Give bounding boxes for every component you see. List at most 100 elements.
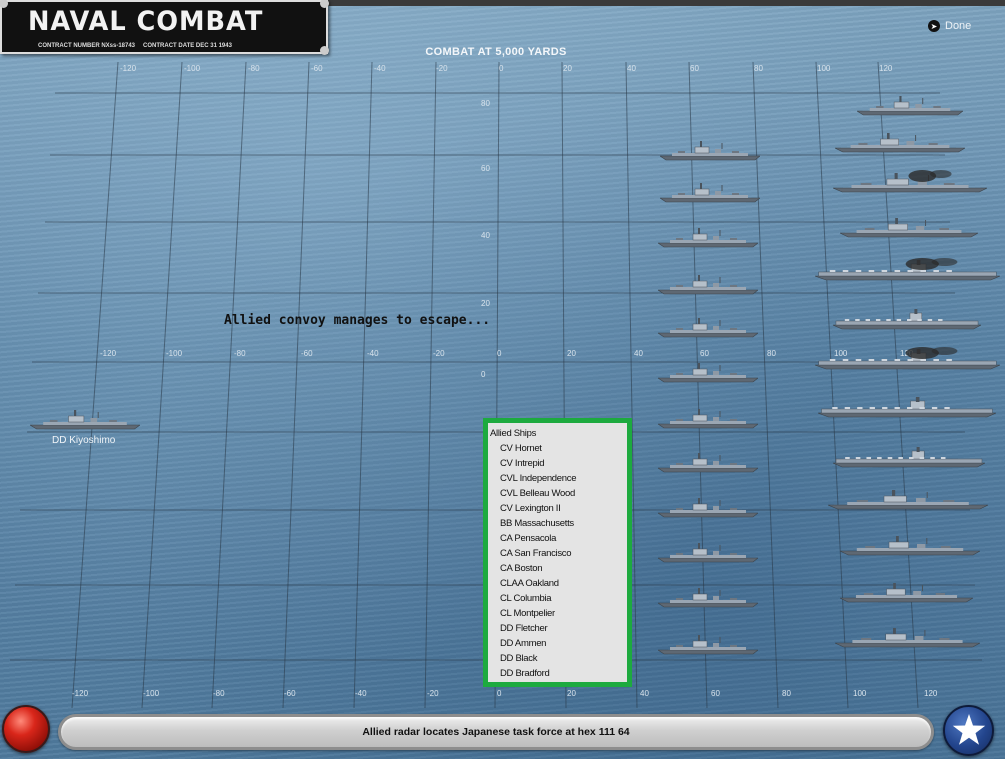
allied-ship-destroyer[interactable] (658, 632, 758, 658)
mid-axis-tick: 20 (567, 349, 576, 358)
logo-rivet-icon (320, 0, 329, 8)
ship-list-item[interactable]: CA San Francisco (490, 546, 627, 561)
mid-axis-tick: -80 (234, 349, 246, 358)
allied-ship-cruiser[interactable] (835, 625, 980, 651)
top-axis-tick: -120 (120, 64, 137, 73)
mid-axis-tick: 40 (634, 349, 643, 358)
ship-silhouette-icon (658, 228, 758, 248)
logo-title: NAVAL COMBAT (28, 6, 264, 37)
bottom-axis-tick: -80 (213, 689, 225, 698)
fire-button[interactable] (2, 705, 50, 753)
ship-list-item[interactable]: CVL Independence (490, 471, 627, 486)
ship-list-header: Allied Ships (490, 428, 537, 439)
mid-axis-tick: 80 (767, 349, 776, 358)
allied-ship-destroyer[interactable] (658, 225, 758, 251)
top-axis-tick: -80 (248, 64, 260, 73)
bottom-axis-tick: -100 (143, 689, 160, 698)
ship-list-item[interactable]: CLAA Oakland (490, 576, 627, 591)
ship-silhouette-icon (658, 409, 758, 429)
ship-list-item[interactable]: DD Black (490, 651, 627, 666)
mid-axis-tick: -60 (301, 349, 313, 358)
top-axis-tick: -20 (436, 64, 448, 73)
allied-ship-carrier[interactable] (815, 258, 1000, 284)
combat-range-title: COMBAT AT 5,000 YARDS (425, 46, 567, 58)
ship-silhouette-icon (833, 309, 981, 330)
us-star-button[interactable] (943, 705, 994, 756)
allied-ship-carrier[interactable] (818, 395, 996, 421)
allied-ship-carrier[interactable] (833, 445, 985, 471)
allied-ship-destroyer[interactable] (658, 585, 758, 611)
grid-line (282, 61, 310, 709)
ship-silhouette-icon (840, 218, 978, 238)
ship-silhouette-icon (658, 363, 758, 383)
ship-list-item[interactable]: CL Columbia (490, 591, 627, 606)
done-button[interactable]: ➤ Done (928, 20, 971, 32)
ship-list-item[interactable]: CL Montpelier (490, 606, 627, 621)
top-axis-tick: 20 (563, 64, 572, 73)
allied-ship-cruiser[interactable] (840, 580, 973, 606)
grid-line (353, 61, 373, 709)
ship-list-item[interactable]: BB Massachusetts (490, 516, 627, 531)
ship-silhouette-icon (660, 183, 760, 203)
mid-axis-tick: -40 (367, 349, 379, 358)
bottom-axis-tick: 100 (853, 689, 867, 698)
ship-list-item[interactable]: CV Intrepid (490, 456, 627, 471)
allied-ship-cruiser[interactable] (840, 215, 978, 241)
allied-ship-destroyer[interactable] (658, 360, 758, 386)
bottom-axis-tick: 80 (782, 689, 791, 698)
top-axis-tick: -40 (374, 64, 386, 73)
allied-ship-destroyer[interactable] (658, 272, 758, 298)
ship-silhouette-icon (833, 447, 985, 468)
ship-silhouette-icon (818, 397, 996, 418)
top-axis-tick: 40 (627, 64, 636, 73)
ship-list-item[interactable]: CA Boston (490, 561, 627, 576)
bottom-axis-tick: 0 (497, 689, 502, 698)
done-label: Done (945, 20, 972, 32)
allied-ship-destroyer[interactable] (658, 495, 758, 521)
top-axis-tick: 60 (690, 64, 699, 73)
ship-list-item[interactable]: DD Fletcher (490, 621, 627, 636)
allied-ship-destroyer[interactable] (658, 540, 758, 566)
ship-list-items: CV Hornet CV Intrepid CVL Independence CVL … (490, 441, 627, 681)
vertical-axis-tick: 60 (481, 164, 490, 173)
naval-combat-logo: NAVAL COMBAT CONTRACT NUMBER NXss-18743 … (0, 0, 329, 55)
top-axis-tick: 0 (499, 64, 504, 73)
logo-contract-number: CONTRACT NUMBER NXss-18743 (38, 43, 136, 49)
mid-axis-tick: -100 (166, 349, 183, 358)
logo-rivet-icon (320, 46, 329, 55)
grid-line (141, 61, 183, 709)
ship-silhouette-icon (30, 410, 140, 430)
status-text: Allied radar locates Japanese task force… (362, 726, 630, 738)
ship-silhouette-icon (658, 453, 758, 473)
allied-ship-cruiser[interactable] (833, 170, 987, 196)
grid-line (815, 61, 849, 709)
allied-ship-carrier[interactable] (815, 347, 1000, 373)
ship-silhouette-icon (658, 588, 758, 608)
allied-ship-cruiser[interactable] (835, 130, 965, 156)
ship-silhouette-icon (658, 543, 758, 563)
allied-ship-carrier[interactable] (833, 307, 981, 333)
ship-list-item[interactable]: CA Pensacola (490, 531, 627, 546)
vertical-axis-tick: 40 (481, 231, 490, 240)
enemy-ship-destroyer[interactable] (30, 407, 140, 433)
allied-ship-cruiser[interactable] (828, 487, 988, 513)
allied-ship-destroyer[interactable] (660, 180, 760, 206)
logo-subtitle: CONTRACT NUMBER NXss-18743 CONTRACT DATE… (38, 43, 318, 49)
ship-list-item[interactable]: DD Ammen (490, 636, 627, 651)
bottom-axis-tick: 60 (711, 689, 720, 698)
ship-list-item[interactable]: DD Bradford (490, 666, 627, 681)
ship-list-item[interactable]: CVL Belleau Wood (490, 486, 627, 501)
ship-silhouette-icon (828, 490, 988, 510)
ship-silhouette-icon (857, 96, 963, 116)
allied-ship-cruiser[interactable] (840, 533, 980, 559)
ship-list-item[interactable]: CV Hornet (490, 441, 627, 456)
allied-ship-destroyer[interactable] (660, 138, 760, 164)
mid-axis-tick: -120 (100, 349, 117, 358)
ship-list-item[interactable]: CV Lexington II (490, 501, 627, 516)
ship-silhouette-icon (660, 141, 760, 161)
allied-ship-destroyer[interactable] (658, 450, 758, 476)
allied-ship-destroyer[interactable] (658, 406, 758, 432)
allied-ship-cruiser[interactable] (857, 93, 963, 119)
allied-ship-destroyer[interactable] (658, 315, 758, 341)
arrow-right-icon: ➤ (928, 20, 940, 32)
